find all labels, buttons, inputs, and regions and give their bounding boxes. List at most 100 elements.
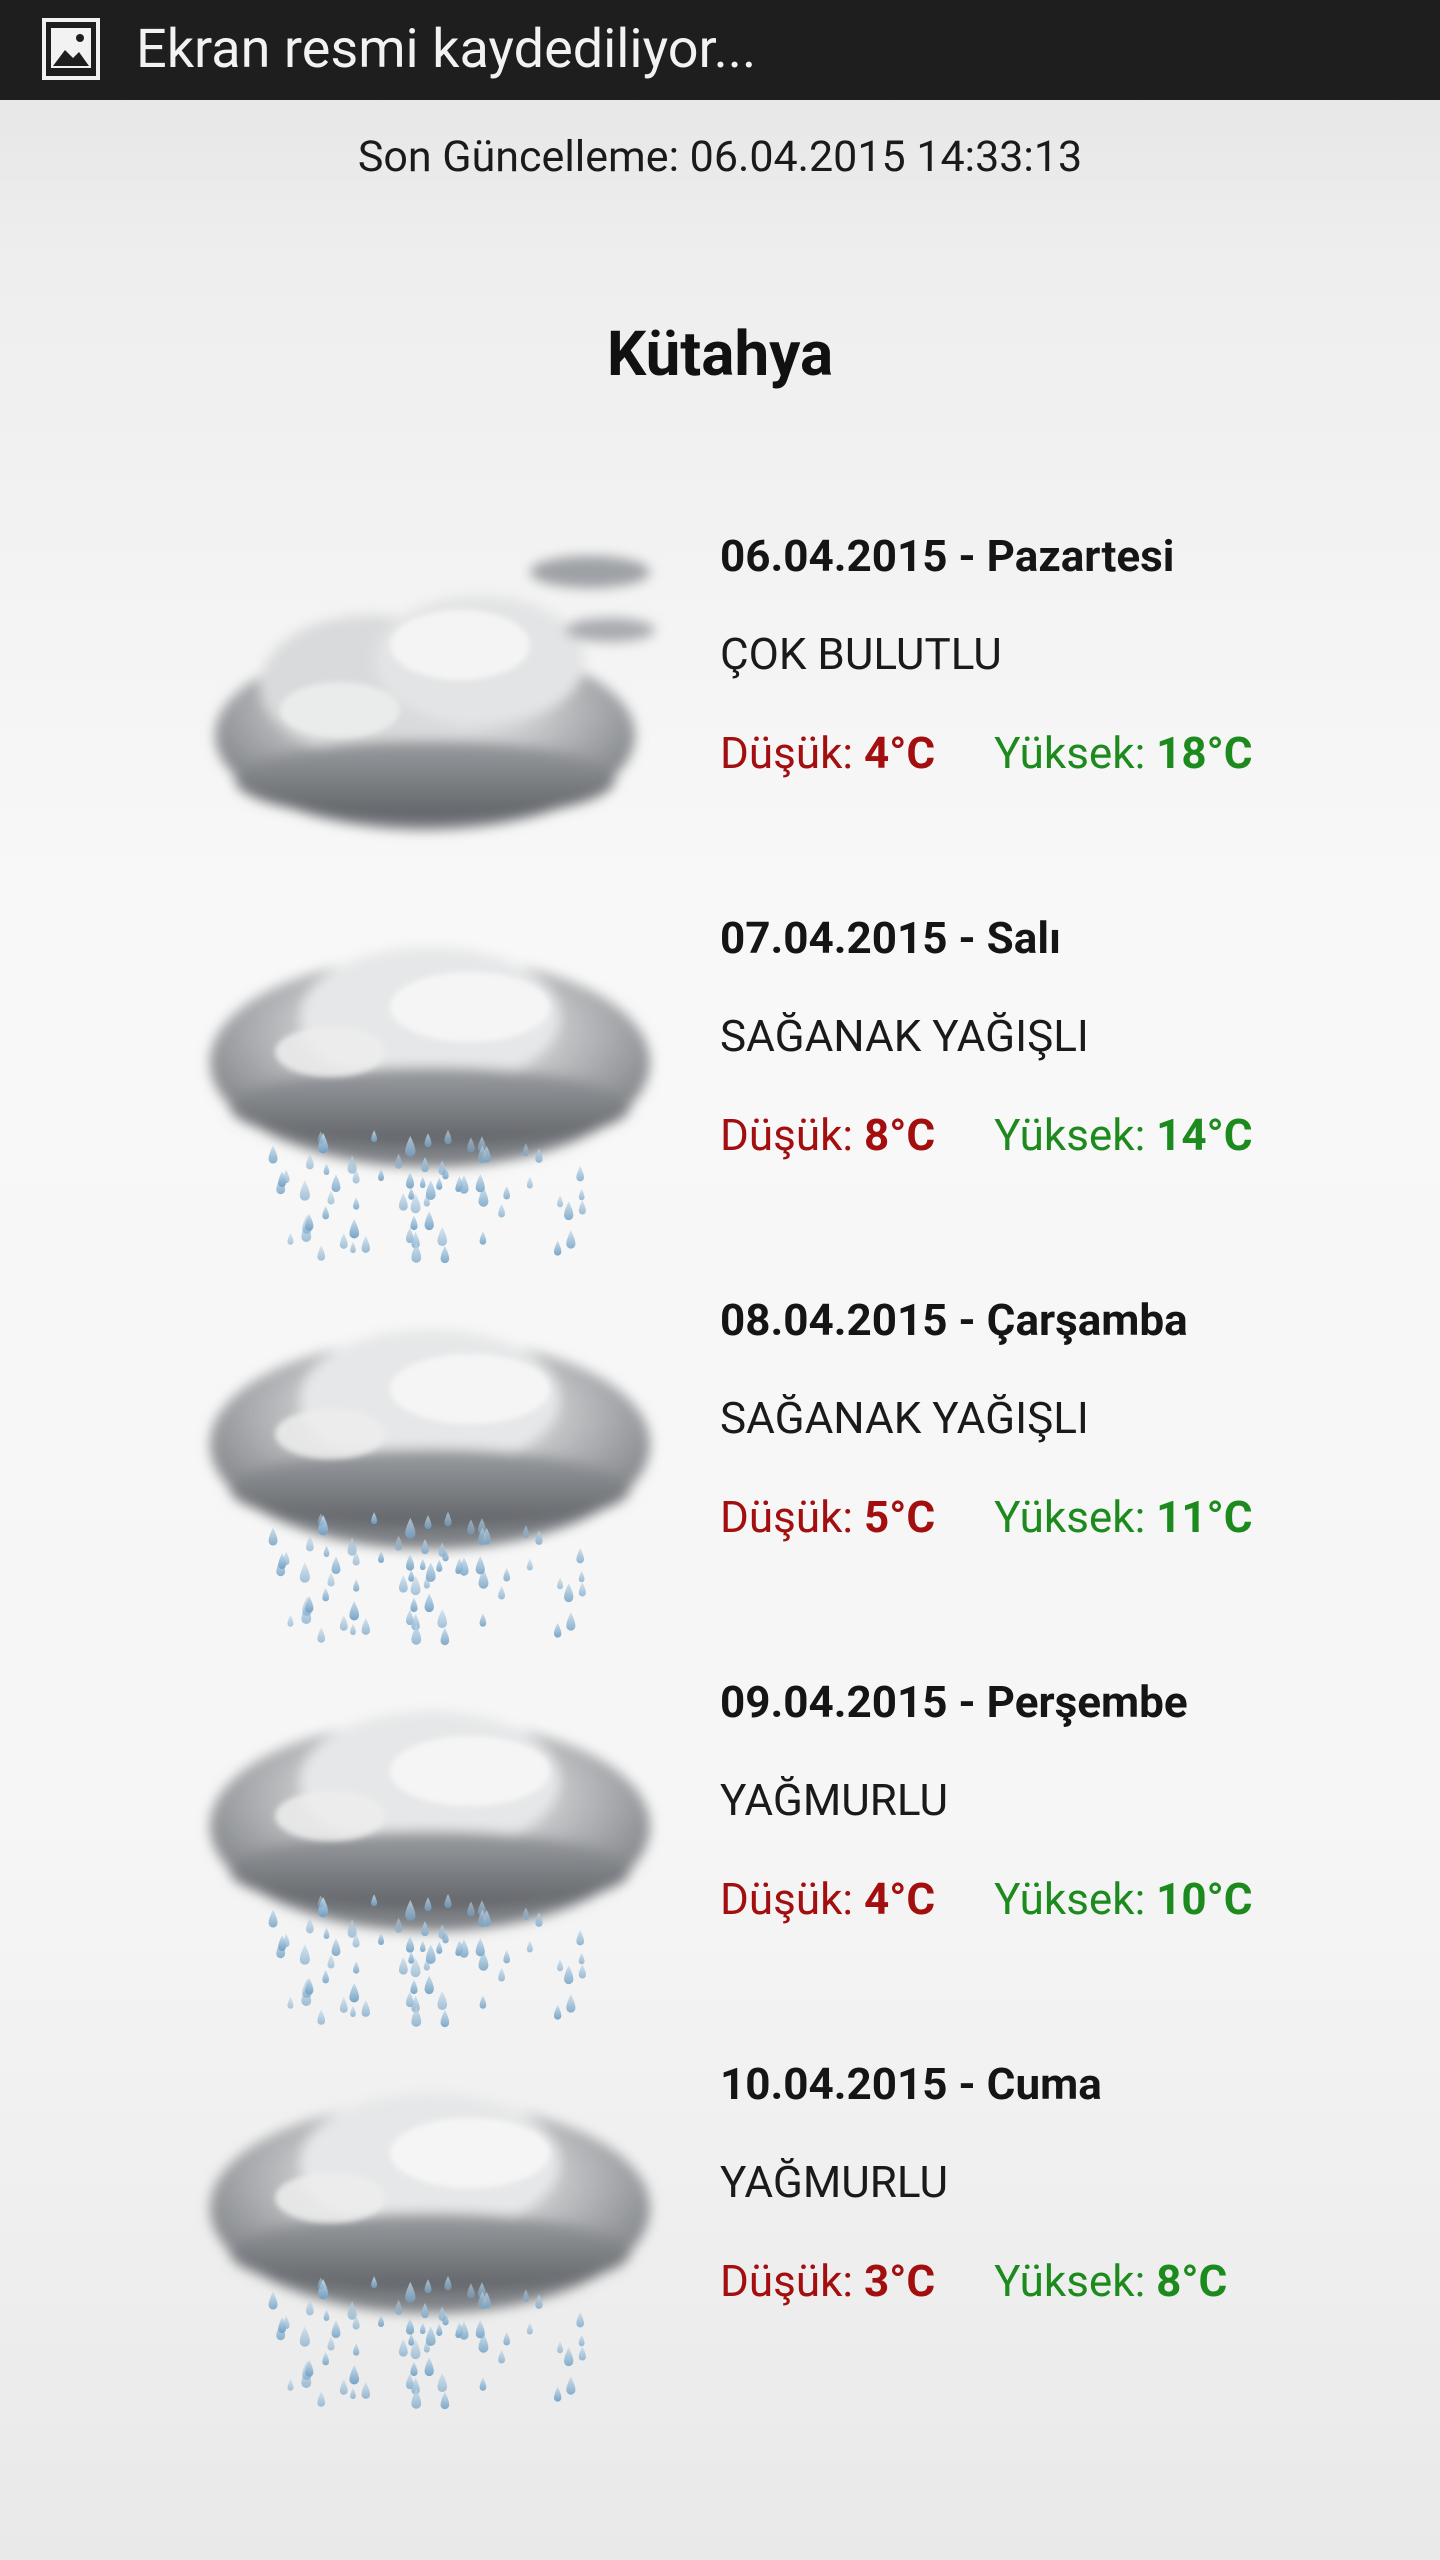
rain-drop	[498, 2349, 506, 2364]
rain-drop	[361, 1617, 371, 1635]
rain-drop	[557, 1959, 564, 1972]
rain-drop	[287, 2378, 294, 2391]
high-label: Yüksek:	[994, 1873, 1157, 1925]
rain-drop	[425, 1944, 436, 1964]
rain-drop	[503, 2332, 511, 2346]
rain-drop	[459, 1939, 469, 1958]
rain-drop	[349, 2364, 360, 2385]
rain-drop	[553, 2386, 562, 2402]
rain-drop	[299, 2326, 310, 2347]
rain-drop	[317, 1245, 326, 1261]
city-title: Kütahya	[606, 318, 834, 391]
rain-drop	[436, 2323, 443, 2336]
rain-drop	[578, 1570, 585, 1583]
rain-drop	[498, 1585, 506, 1600]
rain-drop	[425, 2326, 436, 2346]
rain-drop	[322, 2351, 330, 2366]
rain-drop	[378, 1551, 385, 1563]
rain-drop	[436, 1941, 443, 1954]
rain-drop	[578, 2346, 586, 2361]
rain-drop	[317, 2391, 326, 2407]
rain-drop	[503, 1950, 511, 1964]
rain-drop	[339, 1615, 348, 1631]
rain-drop	[327, 2336, 335, 2351]
status-bar: Ekran resmi kaydediliyor...	[0, 0, 1440, 100]
rain-drop	[578, 1952, 585, 1965]
low-temp: 4°C	[863, 1873, 936, 1925]
rain-drop	[419, 2322, 426, 2335]
high-temp: 14°C	[1156, 1109, 1253, 1161]
high-label: Yüksek:	[994, 1109, 1157, 1161]
rain-drop	[287, 1232, 294, 1245]
high-temp: 10°C	[1156, 1873, 1253, 1925]
rain-drop	[410, 1215, 418, 1231]
rain-drop	[353, 1197, 360, 1210]
rain-drop	[349, 1600, 360, 1621]
rain-drop	[405, 1172, 415, 1189]
rain-drop	[323, 1163, 330, 1175]
low-temp: 5°C	[863, 1491, 936, 1543]
rain-drop	[566, 1994, 576, 2013]
rain-drop	[563, 1583, 574, 1603]
high-temp: 18°C	[1156, 727, 1253, 779]
rain-drop	[459, 1557, 469, 1576]
forecast-row: 07.04.2015 - Salı SAĞANAK YAĞIŞLI Düşük:…	[0, 912, 1440, 1294]
forecast-condition: SAĞANAK YAĞIŞLI	[720, 1392, 1089, 1444]
rain-drop	[339, 1233, 348, 1249]
forecast-date: 10.04.2015 - Cuma	[720, 2058, 1102, 2110]
rain-drop	[408, 1569, 415, 1582]
rain-drop	[526, 2322, 533, 2335]
rain-drop	[378, 1933, 385, 1945]
rain-cloud-icon	[210, 2093, 650, 2410]
rain-drop	[322, 1205, 330, 1220]
rain-drop	[437, 1226, 448, 1246]
rain-drop	[475, 1555, 485, 1575]
rain-drop	[322, 1969, 330, 1984]
rain-drop	[436, 1559, 443, 1572]
rain-drop	[268, 1527, 278, 1546]
rain-drop	[398, 1575, 408, 1593]
low-label: Düşük:	[720, 1491, 864, 1543]
rain-drop	[503, 1186, 511, 1200]
rain-drop	[578, 2334, 585, 2347]
rain-drop	[317, 1627, 326, 1643]
forecast-temps: Düşük: 4°C Yüksek: 18°C	[720, 727, 1253, 779]
rain-drop	[578, 1200, 586, 1215]
forecast-date: 06.04.2015 - Pazartesi	[720, 530, 1175, 582]
forecast-date: 09.04.2015 - Perşembe	[720, 1676, 1188, 1728]
rain-cloud-icon	[210, 1711, 650, 2028]
rain-cloud-icon	[210, 1329, 650, 1646]
rain-drop	[306, 1535, 314, 1552]
rain-drop	[378, 2315, 385, 2327]
gallery-image-icon	[42, 18, 100, 80]
rain-drop	[419, 1940, 426, 1953]
rain-drop	[405, 1936, 415, 1953]
rain-drop	[361, 1999, 371, 2017]
rain-drop	[350, 2005, 356, 2018]
rain-drop	[440, 2009, 450, 2028]
rain-drop	[419, 1176, 426, 1189]
rain-drop	[566, 1612, 576, 1631]
rain-drop	[424, 1211, 434, 1231]
rain-drop	[526, 1940, 533, 1953]
rain-drop	[323, 2309, 330, 2321]
rain-drop	[557, 2341, 564, 2354]
forecast-date: 08.04.2015 - Çarşamba	[720, 1294, 1188, 1346]
forecast-row: 06.04.2015 - Pazartesi ÇOK BULUTLU Düşük…	[0, 530, 1440, 912]
rain-drop	[425, 1562, 436, 1582]
high-label: Yüksek:	[994, 727, 1157, 779]
rain-drop	[576, 1165, 585, 1182]
forecast-temps: Düşük: 4°C Yüksek: 10°C	[720, 1873, 1253, 1925]
rain-drop	[425, 1180, 436, 1200]
rain-drop	[566, 1230, 576, 1249]
low-label: Düşük:	[720, 727, 864, 779]
rain-drop	[479, 1995, 487, 2009]
rain-drop	[398, 1957, 408, 1975]
rain-drop	[479, 1613, 487, 1627]
rain-drop	[526, 1558, 533, 1571]
rain-drop	[440, 1627, 450, 1646]
rain-drop	[398, 1193, 408, 1211]
rain-drop	[408, 1187, 415, 1200]
rain-drop	[424, 2357, 434, 2377]
rain-drop	[578, 1964, 586, 1979]
